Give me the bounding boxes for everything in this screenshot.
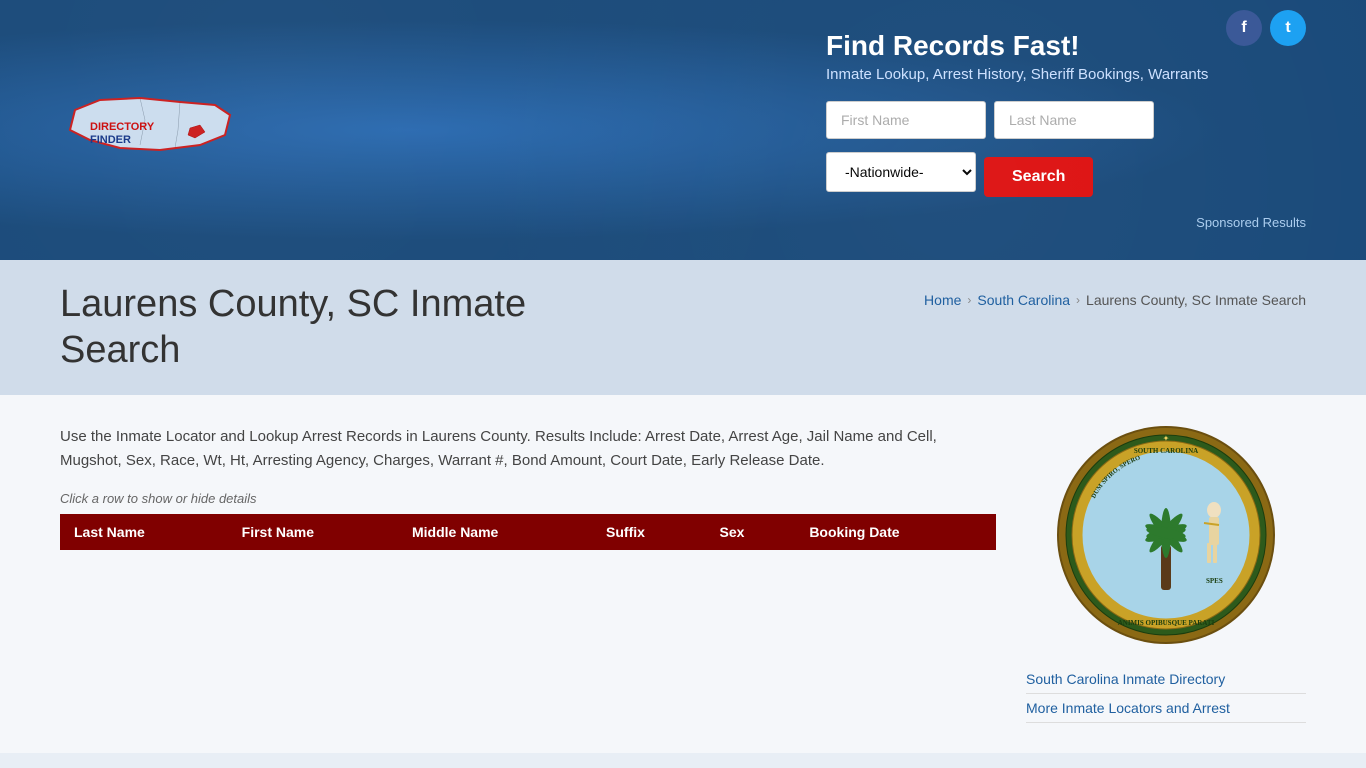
first-name-input[interactable] <box>826 101 986 139</box>
svg-text:FINDER: FINDER <box>90 134 131 146</box>
svg-text:✦: ✦ <box>1163 434 1170 443</box>
last-name-input[interactable] <box>994 101 1154 139</box>
logo-area: DIRECTORY FINDER <box>60 80 250 180</box>
search-area: Find Records Fast! Inmate Lookup, Arrest… <box>826 30 1306 230</box>
sidebar-links: South Carolina Inmate Directory More Inm… <box>1026 665 1306 723</box>
col-sex: Sex <box>706 514 796 550</box>
header: DIRECTORY FINDER Find Records Fast! Inma… <box>0 0 1366 260</box>
content-left: Use the Inmate Locator and Lookup Arrest… <box>60 425 996 723</box>
svg-text:DIRECTORY: DIRECTORY <box>90 121 155 133</box>
content-right: SOUTH CAROLINA ANIMIS OPIBUSQUE PARATI S… <box>1026 425 1306 723</box>
logo-map-svg: DIRECTORY FINDER <box>60 80 250 180</box>
sc-seal-image: SOUTH CAROLINA ANIMIS OPIBUSQUE PARATI S… <box>1056 425 1276 645</box>
breadcrumb-chevron-1: › <box>967 293 971 307</box>
logo-container[interactable]: DIRECTORY FINDER <box>60 80 250 180</box>
col-booking-date: Booking Date <box>795 514 996 550</box>
col-middle-name: Middle Name <box>398 514 592 550</box>
twitter-icon[interactable]: t <box>1270 10 1306 46</box>
svg-text:ANIMIS OPIBUSQUE PARATI: ANIMIS OPIBUSQUE PARATI <box>1118 619 1215 627</box>
social-bar: f t <box>1226 10 1306 46</box>
state-select[interactable]: -Nationwide- Alabama South Carolina <box>826 152 976 192</box>
click-hint: Click a row to show or hide details <box>60 491 996 506</box>
breadcrumb-home[interactable]: Home <box>924 292 961 308</box>
description-text: Use the Inmate Locator and Lookup Arrest… <box>60 425 996 473</box>
sponsored-text: Sponsored Results <box>826 215 1306 230</box>
table-header: Last Name First Name Middle Name Suffix … <box>60 514 996 550</box>
page-title-container: Laurens County, SC Inmate Search <box>60 282 526 373</box>
svg-text:SPES: SPES <box>1206 577 1223 585</box>
col-first-name: First Name <box>228 514 398 550</box>
page-title: Laurens County, SC Inmate Search <box>60 282 526 373</box>
sidebar-link-2[interactable]: More Inmate Locators and Arrest <box>1026 694 1306 723</box>
inmate-table: Last Name First Name Middle Name Suffix … <box>60 514 996 550</box>
col-suffix: Suffix <box>592 514 706 550</box>
breadcrumb-section: Laurens County, SC Inmate Search Home › … <box>0 260 1366 395</box>
find-records-subtitle: Inmate Lookup, Arrest History, Sheriff B… <box>826 66 1306 83</box>
table-header-row: Last Name First Name Middle Name Suffix … <box>60 514 996 550</box>
breadcrumb-current: Laurens County, SC Inmate Search <box>1086 292 1306 308</box>
breadcrumb-chevron-2: › <box>1076 293 1080 307</box>
svg-text:SOUTH CAROLINA: SOUTH CAROLINA <box>1134 447 1198 455</box>
breadcrumb: Home › South Carolina › Laurens County, … <box>924 292 1306 308</box>
search-button[interactable]: Search <box>984 157 1093 197</box>
sidebar-link-1[interactable]: South Carolina Inmate Directory <box>1026 665 1306 694</box>
facebook-icon[interactable]: f <box>1226 10 1262 46</box>
search-form: -Nationwide- Alabama South Carolina Sear… <box>826 101 1306 230</box>
col-last-name: Last Name <box>60 514 228 550</box>
main-content: Use the Inmate Locator and Lookup Arrest… <box>0 395 1366 753</box>
breadcrumb-state[interactable]: South Carolina <box>977 292 1070 308</box>
